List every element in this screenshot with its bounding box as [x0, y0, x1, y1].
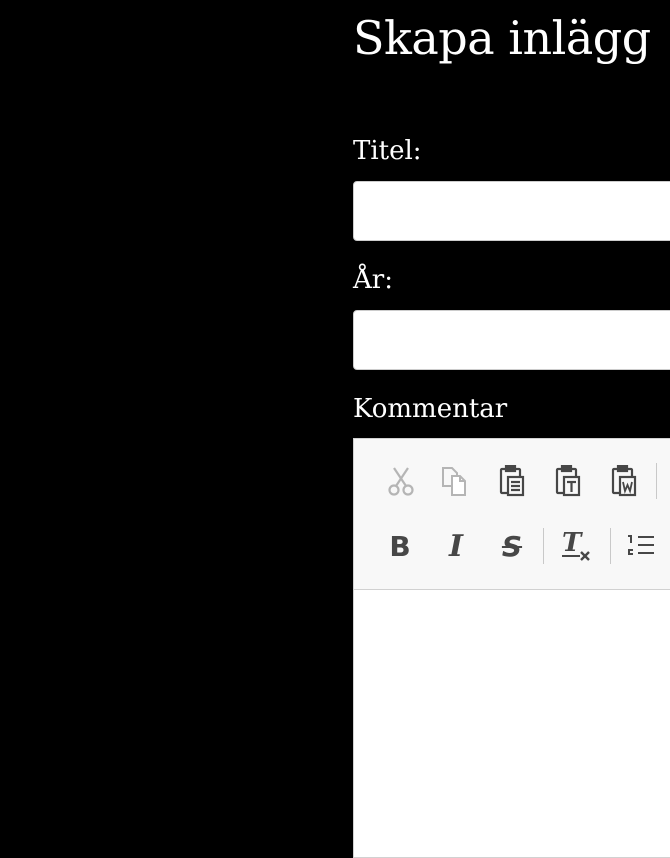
- strike-button[interactable]: S: [494, 528, 530, 564]
- toolbar-separator: [543, 528, 544, 564]
- strikethrough-icon: S: [501, 529, 523, 563]
- paste-from-word-button[interactable]: [606, 463, 642, 499]
- italic-button[interactable]: I: [438, 528, 474, 564]
- paste-text-icon: [555, 465, 581, 497]
- remove-format-button[interactable]: T: [558, 528, 594, 564]
- italic-icon: I: [448, 528, 464, 564]
- bold-button[interactable]: B: [382, 528, 418, 564]
- paste-icon: [499, 465, 525, 497]
- toolbar-separator: [610, 528, 611, 564]
- numbered-list-icon: [628, 535, 654, 555]
- paste-word-icon: [611, 465, 637, 497]
- numbered-list-button[interactable]: [624, 528, 660, 564]
- bold-icon: B: [389, 529, 411, 563]
- copy-icon: [442, 467, 466, 496]
- svg-text:T: T: [562, 529, 583, 558]
- remove-format-icon: T: [562, 529, 590, 561]
- title-input[interactable]: [353, 181, 670, 241]
- editor-content-area[interactable]: [354, 590, 670, 857]
- paste-button[interactable]: [494, 463, 530, 499]
- cut-button[interactable]: [383, 463, 419, 499]
- toolbar-separator: [656, 463, 657, 499]
- year-label: År:: [353, 265, 393, 295]
- scissors-icon: [388, 467, 414, 496]
- rich-text-editor: B I S T: [353, 438, 670, 858]
- title-label: Titel:: [353, 136, 422, 166]
- page-title: Skapa inlägg: [353, 11, 651, 65]
- editor-toolbar: B I S T: [354, 439, 670, 590]
- copy-button[interactable]: [436, 463, 472, 499]
- comment-label: Kommentar: [353, 394, 508, 424]
- paste-as-text-button[interactable]: [550, 463, 586, 499]
- year-input[interactable]: [353, 310, 670, 370]
